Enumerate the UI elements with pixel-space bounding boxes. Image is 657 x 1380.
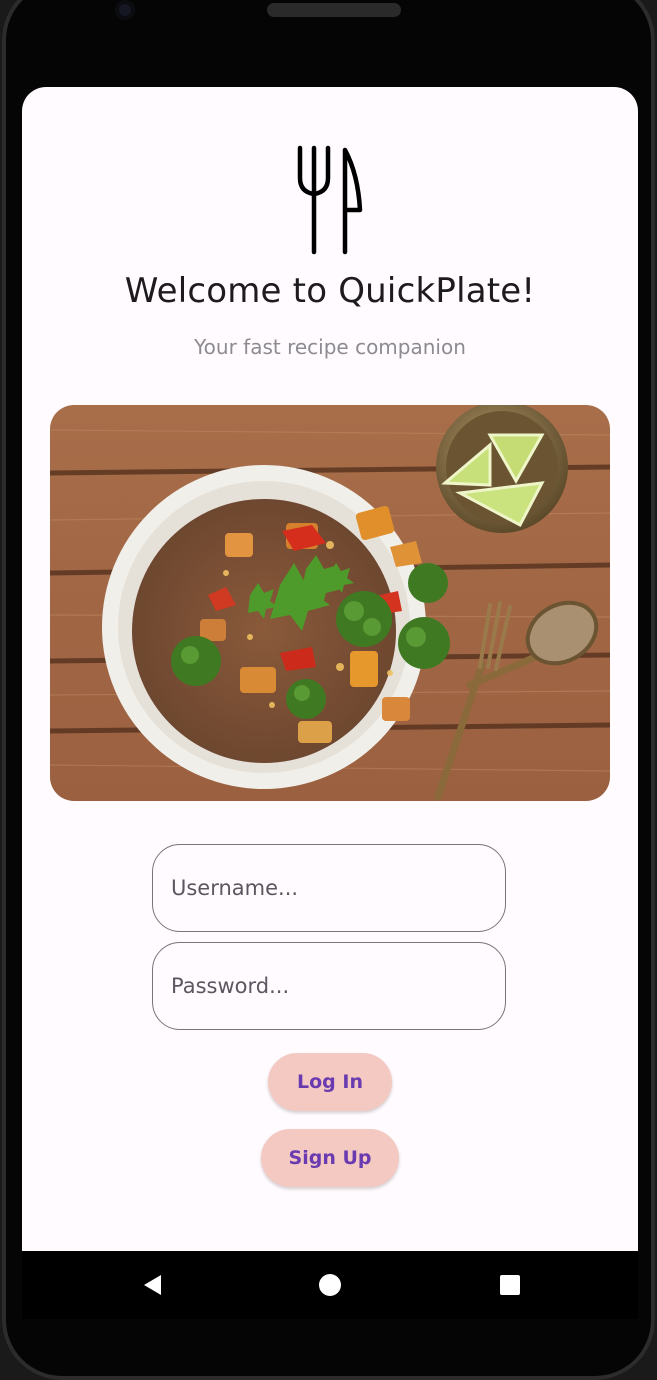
fork-knife-icon bbox=[297, 145, 363, 255]
food-bowl-image bbox=[50, 405, 610, 801]
password-field[interactable] bbox=[152, 942, 506, 1030]
app-screen: Welcome to QuickPlate! Your fast recipe … bbox=[22, 87, 638, 1251]
front-camera bbox=[115, 0, 135, 20]
earpiece-speaker bbox=[267, 3, 401, 17]
back-triangle-icon[interactable] bbox=[112, 1251, 192, 1319]
recents-square-icon[interactable] bbox=[470, 1251, 550, 1319]
welcome-title: Welcome to QuickPlate! bbox=[124, 271, 536, 311]
username-field[interactable] bbox=[152, 844, 506, 932]
home-circle-icon[interactable] bbox=[290, 1251, 370, 1319]
tagline: Your fast recipe companion bbox=[194, 335, 466, 359]
system-nav-bar bbox=[22, 1251, 638, 1319]
login-button[interactable]: Log In bbox=[268, 1053, 392, 1111]
signup-button[interactable]: Sign Up bbox=[261, 1129, 399, 1187]
